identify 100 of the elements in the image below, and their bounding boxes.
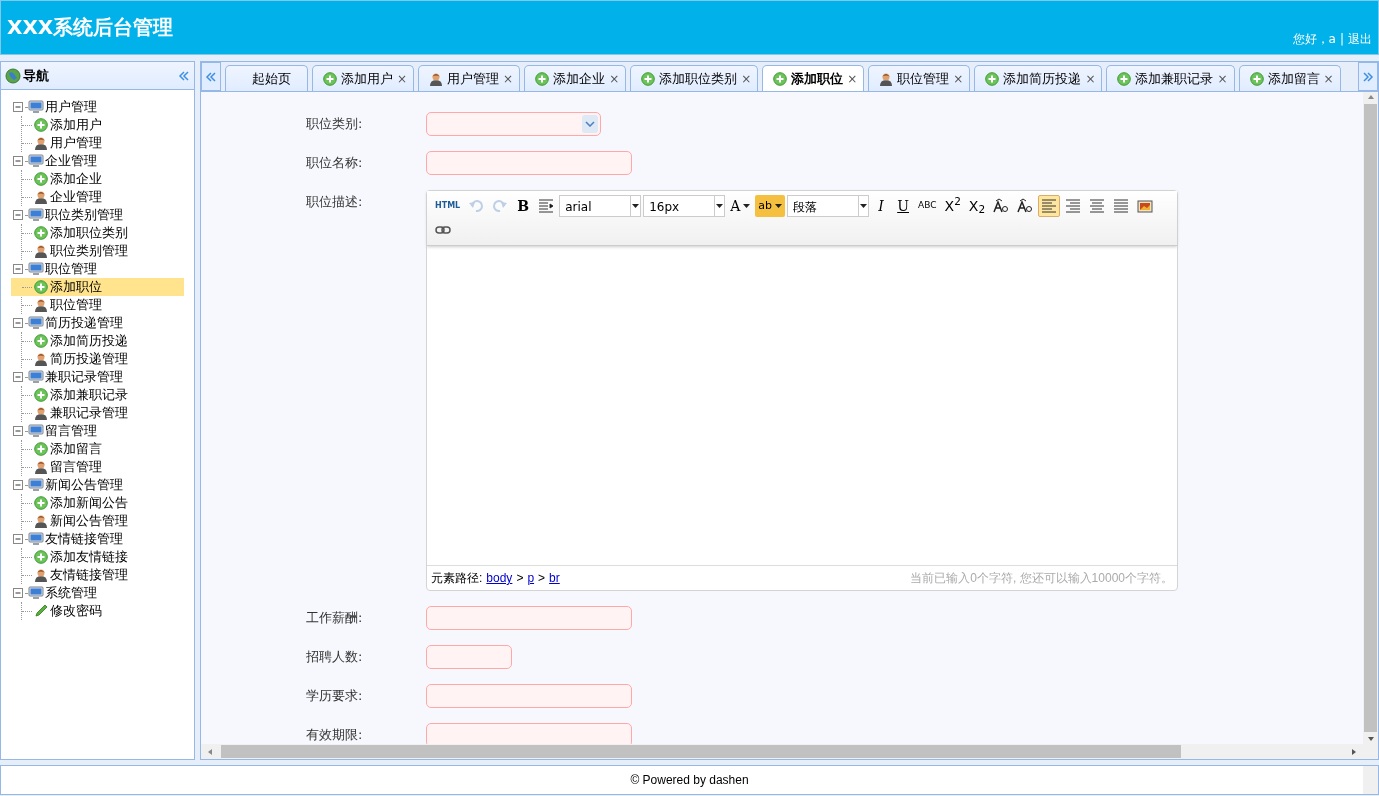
tab[interactable]: 添加简历投递 ×	[974, 65, 1103, 91]
collapse-toggle-icon[interactable]	[13, 479, 24, 491]
tab[interactable]: 职位管理 ×	[868, 65, 971, 91]
tab-close-button[interactable]: ×	[741, 69, 752, 88]
tab[interactable]: 添加职位 ×	[762, 65, 865, 91]
toolbar-button[interactable]: B	[513, 195, 534, 217]
tree-item[interactable]: 添加用户	[22, 116, 184, 134]
indent-icon	[538, 198, 555, 214]
tree-group-item[interactable]: 兼职记录管理	[11, 368, 184, 386]
tab[interactable]: 添加职位类别 ×	[630, 65, 759, 91]
toolbar-button[interactable]: U	[893, 195, 914, 217]
tree-group-item[interactable]: 系统管理	[11, 584, 184, 602]
collapse-toggle-icon[interactable]	[13, 533, 24, 545]
select-field[interactable]	[426, 112, 601, 136]
tab-close-button[interactable]: ×	[397, 69, 408, 88]
plus-circle-icon	[34, 388, 48, 402]
tree-item[interactable]: 职位类别管理	[22, 242, 184, 260]
tree-group-item[interactable]: 职位管理	[11, 260, 184, 278]
toolbar-button[interactable]: ABC	[915, 195, 940, 217]
tree-group-item[interactable]: 简历投递管理	[11, 314, 184, 332]
toolbar-dropdown[interactable]: 16px	[643, 195, 726, 217]
path-link[interactable]: br	[549, 569, 560, 587]
horizontal-scrollbar[interactable]	[201, 744, 1363, 759]
tree-item[interactable]: 添加友情链接	[22, 548, 184, 566]
tree-item[interactable]: 企业管理	[22, 188, 184, 206]
tab-scroll-left[interactable]	[201, 62, 221, 91]
tree-item[interactable]: 简历投递管理	[22, 350, 184, 368]
tree-item[interactable]: 添加简历投递	[22, 332, 184, 350]
tab-close-button[interactable]: ×	[1217, 69, 1228, 88]
tree-group-item[interactable]: 友情链接管理	[11, 530, 184, 548]
tree-item[interactable]: 职位管理	[22, 296, 184, 314]
field-label: 学历要求:	[306, 687, 364, 705]
tab[interactable]: 添加兼职记录 ×	[1106, 65, 1235, 91]
tree-item[interactable]: 添加新闻公告	[22, 494, 184, 512]
tree-item[interactable]: 添加留言	[22, 440, 184, 458]
globe-icon	[5, 67, 21, 84]
path-link[interactable]: p	[527, 569, 535, 587]
input-field[interactable]	[426, 606, 632, 630]
tab-close-button[interactable]: ×	[503, 69, 514, 88]
collapse-toggle-icon[interactable]	[13, 263, 24, 275]
tab-close-button[interactable]: ×	[1323, 69, 1334, 88]
tree-item[interactable]: 用户管理	[22, 134, 184, 152]
input-field[interactable]	[426, 723, 632, 744]
tree-group-item[interactable]: 留言管理	[11, 422, 184, 440]
collapse-toggle-icon[interactable]	[13, 587, 24, 599]
tree-item[interactable]: 新闻公告管理	[22, 512, 184, 530]
tab[interactable]: 添加用户 ×	[312, 65, 415, 91]
path-separator: >	[516, 570, 524, 587]
tree-item[interactable]: 添加企业	[22, 170, 184, 188]
tab-close-button[interactable]: ×	[1085, 69, 1096, 88]
tree-item[interactable]: 修改密码	[22, 602, 184, 620]
tree-item[interactable]: 友情链接管理	[22, 566, 184, 584]
collapse-toggle-icon[interactable]	[13, 209, 24, 221]
toolbar-button[interactable]: HTML	[432, 195, 464, 217]
tree-item[interactable]: 添加职位	[11, 278, 184, 296]
tab-close-button[interactable]: ×	[847, 70, 858, 88]
collapse-toggle-icon[interactable]	[13, 101, 24, 113]
collapse-toggle-icon[interactable]	[13, 425, 24, 437]
tab-close-button[interactable]: ×	[609, 69, 620, 88]
input-field[interactable]	[426, 151, 632, 175]
tab[interactable]: 添加留言 ×	[1238, 65, 1341, 91]
monitor-icon	[28, 100, 44, 114]
tree-group-item[interactable]: 用户管理	[11, 98, 184, 116]
tree-item[interactable]: 兼职记录管理	[22, 404, 184, 422]
tab[interactable]: 起始页	[225, 65, 308, 91]
vertical-scrollbar[interactable]	[1363, 766, 1378, 794]
tree-group-item[interactable]: 职位类别管理	[11, 206, 184, 224]
plus-circle-icon	[535, 71, 550, 86]
caret-icon	[743, 203, 751, 209]
tab[interactable]: 添加企业 ×	[524, 65, 627, 91]
collapse-toggle-icon[interactable]	[13, 155, 24, 167]
plus-circle-icon	[773, 72, 788, 86]
toolbar-button[interactable]: X$^{2}$	[941, 195, 964, 217]
tab[interactable]: 用户管理 ×	[418, 65, 521, 91]
input-field[interactable]	[426, 684, 632, 708]
path-link[interactable]: body	[486, 569, 513, 587]
person-icon	[34, 136, 48, 150]
collapse-icon[interactable]	[178, 69, 190, 82]
toolbar-button[interactable]: I	[871, 195, 892, 217]
tree-item[interactable]: 留言管理	[22, 458, 184, 476]
plus-circle-icon	[34, 226, 48, 240]
tree-group-item[interactable]: 企业管理	[11, 152, 184, 170]
input-field[interactable]	[426, 645, 512, 669]
collapse-toggle-icon[interactable]	[13, 371, 24, 383]
toolbar-button[interactable]: A	[727, 195, 754, 217]
tree-item[interactable]: 添加兼职记录	[22, 386, 184, 404]
tree-group-item[interactable]: 新闻公告管理	[11, 476, 184, 494]
collapse-toggle-icon[interactable]	[13, 317, 24, 329]
toolbar-button[interactable]: X$_{2}$	[965, 195, 989, 217]
align-right-icon	[1065, 198, 1082, 214]
plus-circle-icon	[985, 71, 1000, 86]
rich-text-editor[interactable]: HTML B arial 16px A ab 段落 I U ABC X$^{2}$ X$_{2}$ 元素路径: body > p > br 当前已输入0个字符, 您还可以输入10000个字符。	[426, 190, 1178, 591]
toolbar-dropdown[interactable]: arial	[559, 195, 642, 217]
plus-circle-icon	[1117, 71, 1132, 86]
vertical-scrollbar[interactable]	[1363, 92, 1378, 759]
toolbar-dropdown[interactable]: 段落	[787, 195, 870, 217]
tab-close-button[interactable]: ×	[953, 69, 964, 88]
toolbar-button[interactable]: ab	[755, 195, 786, 217]
tree-item[interactable]: 添加职位类别	[22, 224, 184, 242]
tab-scroll-right[interactable]	[1358, 62, 1378, 91]
